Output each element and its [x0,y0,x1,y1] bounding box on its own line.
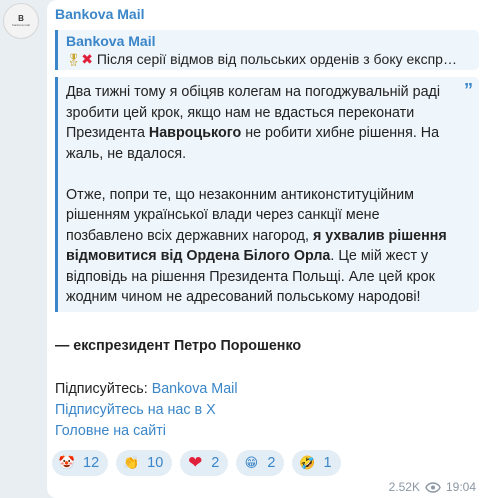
site-link[interactable]: Головне на сайті [55,421,238,442]
reaction-clap[interactable]: 👏 10 [116,450,173,476]
views-count: 2.52K [388,480,420,494]
medal-icon: 🎖 [66,53,82,67]
quote-paragraph-2: Отже, попри те, що незаконним антиконсти… [66,185,457,308]
eye-icon [425,481,441,493]
quote-block: ” Два тижні тому я обіцяв колегам на пог… [55,77,479,312]
avatar-caption: bankova mail [12,23,30,27]
reply-text-line: 🎖✖ Після серії відмов від польських орде… [66,50,471,69]
clown-icon: 🤡 [58,455,76,470]
reaction-grin[interactable]: 😁 2 [236,450,285,476]
avatar-letter: B [18,14,24,23]
reaction-rofl[interactable]: 🤣 1 [292,450,341,476]
reaction-clown[interactable]: 🤡 12 [52,450,109,476]
signature: — експрезидент Петро Порошенко [55,338,302,354]
quote-bold: Навроцького [148,125,242,141]
rofl-icon: 🤣 [299,455,316,470]
reaction-count: 1 [323,455,332,471]
heart-icon: ❤ [188,453,203,472]
reply-preview[interactable]: Bankova Mail 🎖✖ Після серії відмов від п… [55,30,479,70]
reaction-heart[interactable]: ❤ 2 [180,450,229,476]
reaction-count: 10 [147,455,164,471]
reaction-count: 2 [267,455,276,471]
cross-mark-icon: ✖ [81,51,93,67]
quote-icon: ” [464,80,473,100]
message-bubble: Bankova Mail Bankova Mail 🎖✖ Після серії… [47,0,488,498]
subscribe-label: Підписуйтесь: [55,381,152,397]
clap-icon: 👏 [123,455,140,470]
reaction-count: 12 [83,455,100,471]
sender-name[interactable]: Bankova Mail [55,6,144,22]
reaction-count: 2 [211,455,220,471]
reply-text: Після серії відмов від польських орденів… [96,51,457,67]
message-time: 19:04 [445,480,476,494]
grin-icon: 😁 [244,455,259,470]
subscribe-line: Підписуйтесь: Bankova Mail [55,379,238,400]
channel-avatar[interactable]: B bankova mail [3,3,39,39]
footer-links: Підписуйтесь: Bankova Mail Підписуйтесь … [55,379,238,442]
quote-paragraph-1: Два тижні тому я обіцяв колегам на погод… [66,82,457,164]
message-meta: 2.52K 19:04 [389,480,476,494]
subscribe-link[interactable]: Bankova Mail [152,381,238,397]
reactions-bar: 🤡 12 👏 10 ❤ 2 😁 2 🤣 1 [52,450,341,476]
reply-title: Bankova Mail [66,33,156,49]
x-link[interactable]: Підписуйтесь на нас в Х [55,400,238,421]
